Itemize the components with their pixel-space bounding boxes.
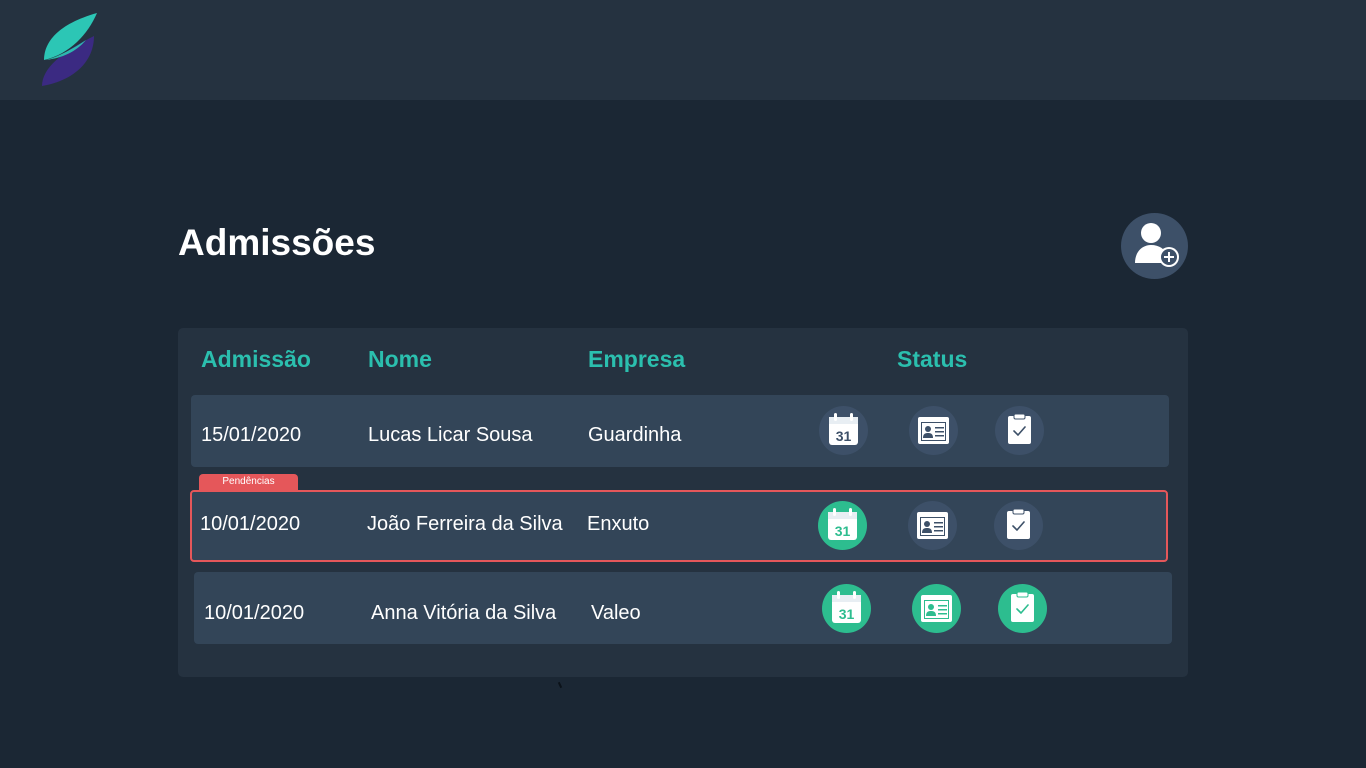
calendar-icon: 31 bbox=[828, 508, 857, 540]
clipboard-check-icon bbox=[1007, 508, 1030, 539]
mouse-cursor-mark bbox=[557, 681, 563, 689]
clipboard-check-icon bbox=[1011, 591, 1034, 622]
cell-empresa: Enxuto bbox=[587, 513, 650, 535]
calendar-status[interactable]: 31 bbox=[822, 584, 871, 633]
id-card-icon bbox=[917, 512, 948, 539]
header-admissao[interactable]: Admissão bbox=[201, 346, 311, 373]
cell-admissao: 10/01/2020 bbox=[204, 602, 305, 624]
app-logo[interactable] bbox=[40, 12, 100, 88]
cell-admissao: 10/01/2020 bbox=[200, 513, 301, 535]
add-user-icon bbox=[1135, 223, 1179, 267]
id-card-icon bbox=[918, 417, 949, 444]
calendar-status[interactable]: 31 bbox=[818, 501, 867, 550]
add-user-button[interactable] bbox=[1121, 213, 1188, 279]
calendar-day: 31 bbox=[835, 523, 851, 539]
checklist-status[interactable] bbox=[995, 406, 1044, 455]
cell-nome: Lucas Licar Sousa bbox=[368, 424, 533, 446]
header-status[interactable]: Status bbox=[897, 346, 967, 373]
header-nome[interactable]: Nome bbox=[368, 346, 432, 373]
pending-badge[interactable]: Pendências bbox=[199, 474, 298, 490]
cell-empresa: Valeo bbox=[591, 602, 641, 624]
document-status[interactable] bbox=[912, 584, 961, 633]
checklist-status[interactable] bbox=[998, 584, 1047, 633]
calendar-icon: 31 bbox=[832, 591, 861, 623]
header-empresa[interactable]: Empresa bbox=[588, 346, 685, 373]
cell-empresa: Guardinha bbox=[588, 424, 682, 446]
calendar-day: 31 bbox=[836, 428, 852, 444]
cell-nome: João Ferreira da Silva bbox=[367, 513, 563, 535]
calendar-day: 31 bbox=[839, 606, 855, 622]
calendar-status[interactable]: 31 bbox=[819, 406, 868, 455]
document-status[interactable] bbox=[908, 501, 957, 550]
cell-admissao: 15/01/2020 bbox=[201, 424, 302, 446]
clipboard-check-icon bbox=[1008, 413, 1031, 444]
calendar-icon: 31 bbox=[829, 413, 858, 445]
page-title: Admissões bbox=[178, 222, 376, 263]
id-card-icon bbox=[921, 595, 952, 622]
checklist-status[interactable] bbox=[994, 501, 1043, 550]
cell-nome: Anna Vitória da Silva bbox=[371, 602, 557, 624]
top-bar bbox=[0, 0, 1366, 100]
document-status[interactable] bbox=[909, 406, 958, 455]
